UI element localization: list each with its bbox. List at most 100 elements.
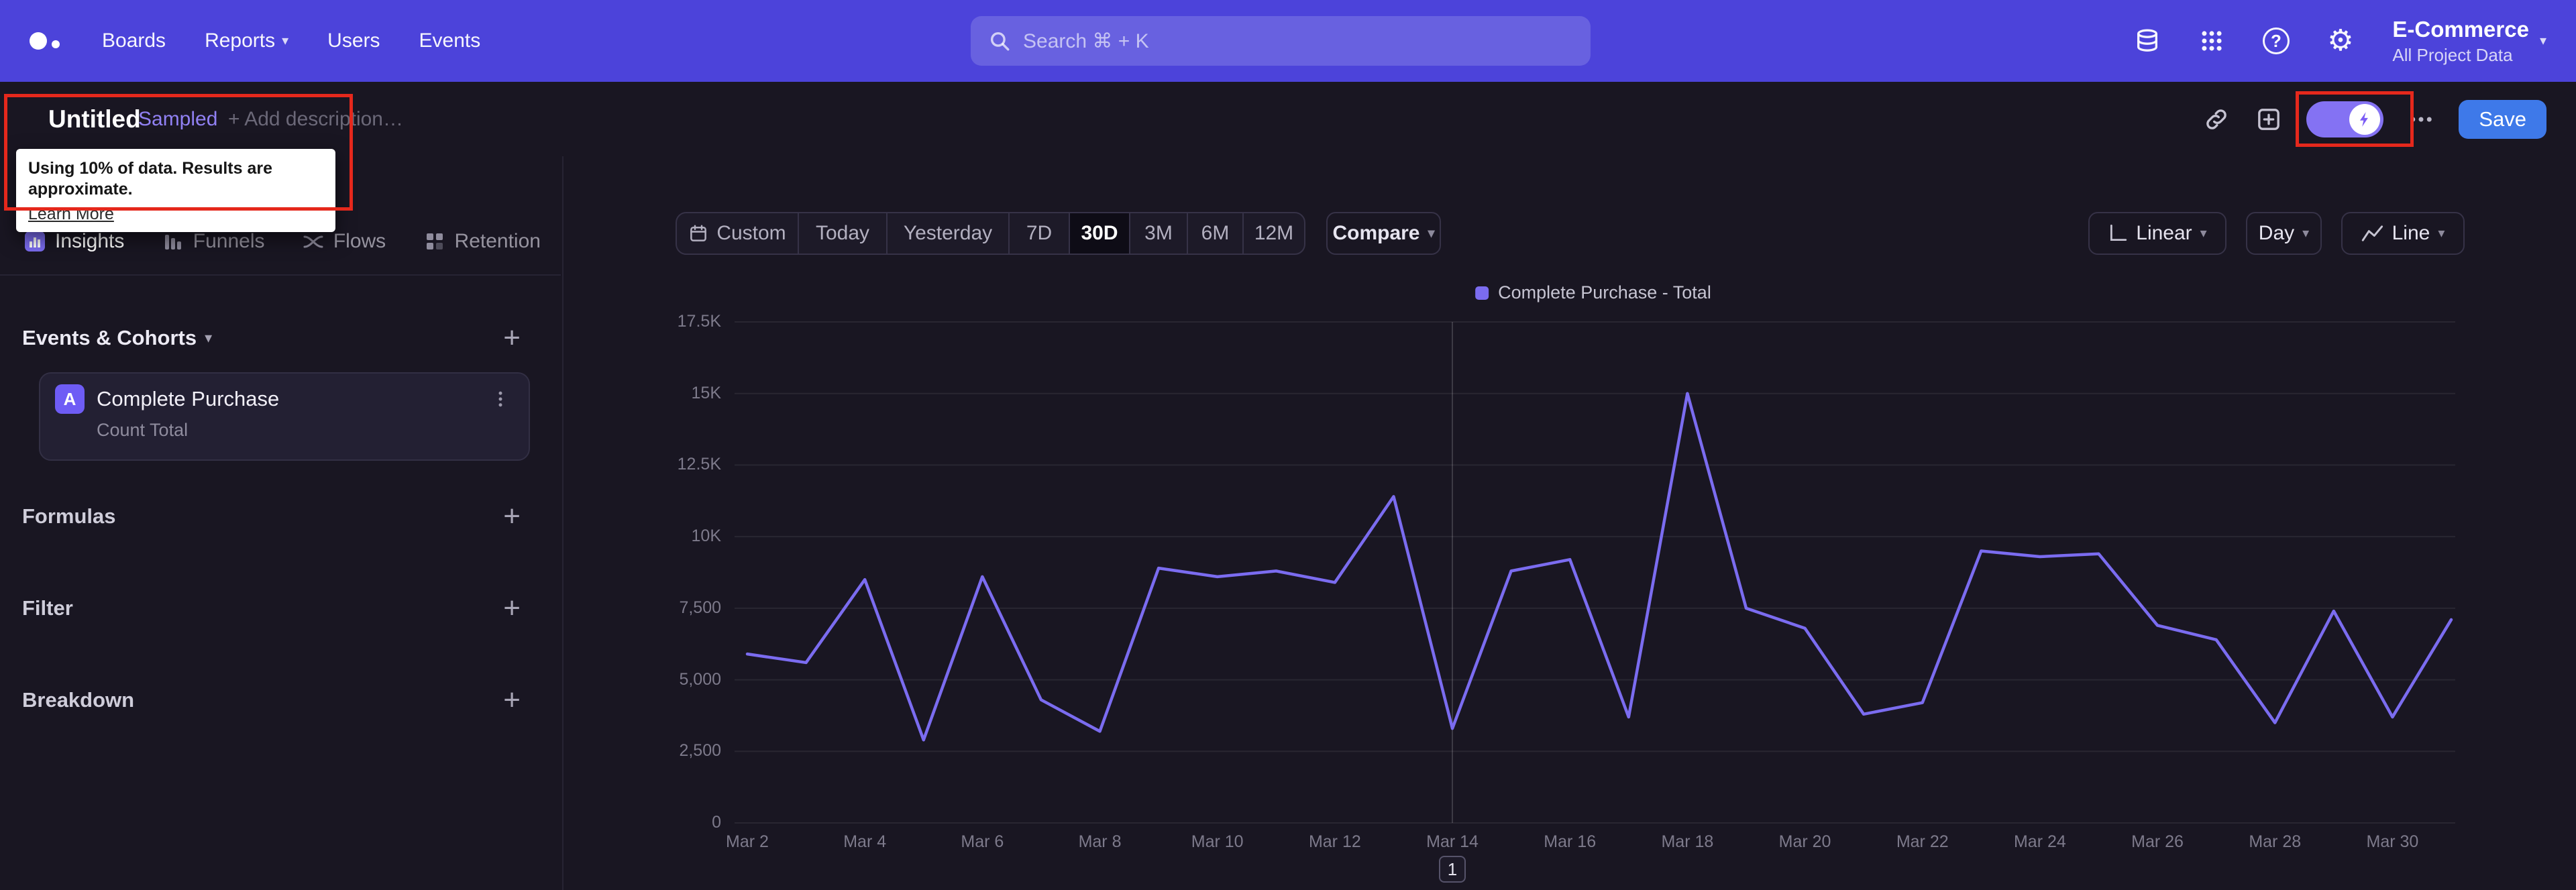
add-event-button[interactable]: + (503, 323, 521, 353)
report-header-actions: Save (2202, 82, 2546, 156)
event-metric-selector[interactable]: Count Total (97, 420, 514, 441)
report-title[interactable]: Untitled (48, 105, 141, 133)
interval-dropdown[interactable]: Day ▾ (2246, 212, 2322, 255)
nav-users[interactable]: Users (327, 30, 380, 52)
section-breakdown[interactable]: Breakdown + (22, 685, 521, 716)
sampling-toggle[interactable] (2306, 101, 2384, 137)
nav-events[interactable]: Events (419, 30, 481, 52)
x-axis-tick-label: Mar 12 (1308, 832, 1361, 851)
more-options-icon[interactable] (2406, 105, 2436, 134)
y-axis-tick-label: 10K (691, 526, 721, 546)
range-custom-label: Custom (716, 222, 786, 244)
chevron-down-icon: ▾ (2539, 34, 2546, 48)
settings-gear-icon[interactable]: ⚙ (2326, 26, 2355, 56)
retention-icon (426, 233, 443, 249)
chevron-down-icon: ▾ (282, 34, 289, 48)
nav-reports-label: Reports (205, 30, 276, 52)
x-axis-tick-label: Mar 10 (1191, 832, 1244, 851)
section-filter-label: Filter (22, 596, 73, 620)
section-breakdown-label: Breakdown (22, 688, 135, 712)
lightning-bolt-icon (2360, 111, 2369, 127)
compare-button[interactable]: Compare ▾ (1326, 212, 1441, 255)
range-30d[interactable]: 30D (1069, 213, 1129, 254)
funnels-icon (164, 235, 181, 249)
line-chart[interactable] (735, 321, 2455, 824)
add-filter-button[interactable]: + (503, 594, 521, 623)
event-kebab-menu-icon[interactable] (487, 386, 514, 412)
copy-link-icon[interactable] (2202, 105, 2231, 134)
scale-dropdown[interactable]: Linear ▾ (2088, 212, 2226, 255)
range-yesterday-label: Yesterday (903, 222, 993, 244)
y-axis-tick-label: 0 (712, 813, 721, 832)
chevron-down-icon: ▾ (2200, 226, 2207, 241)
sampling-tooltip: Using 10% of data. Results are approxima… (16, 149, 335, 232)
x-axis-tick-label: Mar 16 (1544, 832, 1597, 851)
chart-legend-item[interactable]: Complete Purchase - Total (1475, 282, 1711, 303)
toggle-knob (2349, 103, 2381, 135)
y-axis: 17.5K 15K 12.5K 10K 7,500 5,000 2,500 0 (631, 312, 721, 832)
nav-reports[interactable]: Reports ▾ (205, 30, 288, 52)
y-axis-tick-label: 17.5K (677, 312, 721, 331)
apps-grid-icon[interactable] (2198, 27, 2226, 55)
top-nav-icons: ? ⚙ (2133, 0, 2355, 82)
x-axis-tick-label: Mar 26 (2131, 832, 2184, 851)
project-scope: All Project Data (2392, 44, 2513, 65)
tab-insights[interactable]: Insights (23, 229, 124, 254)
section-formulas[interactable]: Formulas + (22, 501, 521, 532)
x-axis-tick-label: Mar 28 (2249, 832, 2302, 851)
y-axis-tick-label: 5,000 (679, 669, 721, 689)
events-cohorts-label: Events & Cohorts (22, 326, 197, 349)
range-6m[interactable]: 6M (1187, 213, 1242, 254)
tab-flows[interactable]: Flows (301, 229, 386, 254)
tab-retention[interactable]: Retention (423, 229, 541, 254)
save-button[interactable]: Save (2459, 99, 2546, 139)
help-icon[interactable]: ? (2262, 27, 2290, 55)
legend-series-marker (1475, 286, 1489, 300)
range-yesterday[interactable]: Yesterday (886, 213, 1008, 254)
annotation-marker[interactable]: 1 (1439, 856, 1466, 883)
add-breakdown-button[interactable]: + (503, 685, 521, 715)
learn-more-link[interactable]: Learn More (28, 205, 114, 224)
range-custom[interactable]: Custom (677, 213, 798, 254)
range-3m[interactable]: 3M (1129, 213, 1187, 254)
logo-dot (30, 32, 47, 50)
x-axis-tick-label: Mar 14 (1426, 832, 1479, 851)
add-description[interactable]: + Add description… (228, 108, 403, 131)
x-axis-tick-label: Mar 22 (1896, 832, 1949, 851)
project-switcher[interactable]: E-Commerce All Project Data ▾ (2392, 0, 2546, 82)
help-question-mark: ? (2263, 27, 2290, 54)
scale-label: Linear (2136, 222, 2192, 244)
range-7d[interactable]: 7D (1008, 213, 1069, 254)
event-series-badge: A (55, 384, 85, 414)
range-today[interactable]: Today (798, 213, 886, 254)
chart-type-dropdown[interactable]: Line ▾ (2341, 212, 2465, 255)
insights-icon (25, 231, 45, 252)
report-header: Untitled Sampled + Add description… Save (0, 82, 2576, 156)
date-range-selector: Custom Today Yesterday 7D 30D 3M 6M 12M (676, 212, 1305, 255)
x-axis-tick-label: Mar 8 (1078, 832, 1122, 851)
event-card[interactable]: A Complete Purchase Count Total (39, 372, 530, 461)
data-management-icon[interactable] (2133, 27, 2161, 55)
section-filter[interactable]: Filter + (22, 593, 521, 624)
events-cohorts-header[interactable]: Events & Cohorts ▾ + (22, 323, 521, 353)
range-12m[interactable]: 12M (1242, 213, 1304, 254)
search-input[interactable]: Search ⌘ + K (971, 16, 1591, 66)
x-axis-tick-label: Mar 30 (2366, 832, 2419, 851)
tab-flows-label: Flows (333, 230, 386, 252)
y-axis-tick-label: 7,500 (679, 598, 721, 617)
project-name: E-Commerce (2392, 16, 2529, 42)
add-formula-button[interactable]: + (503, 502, 521, 531)
mixpanel-logo[interactable] (30, 0, 60, 82)
event-name[interactable]: Complete Purchase (97, 387, 279, 411)
sampled-badge[interactable]: Sampled (138, 108, 217, 131)
chevron-down-icon: ▾ (1428, 226, 1435, 241)
add-to-board-icon[interactable] (2254, 105, 2284, 134)
nav-boards-label: Boards (102, 30, 166, 52)
tab-funnels[interactable]: Funnels (161, 229, 264, 254)
nav-boards[interactable]: Boards (102, 30, 166, 52)
x-axis-tick-label: Mar 2 (726, 832, 769, 851)
x-axis-tick-label: Mar 18 (1661, 832, 1714, 851)
top-nav-bar: Boards Reports ▾ Users Events Search ⌘ + … (0, 0, 2576, 82)
x-axis-tick-label: Mar 6 (961, 832, 1004, 851)
primary-nav: Boards Reports ▾ Users Events (102, 0, 480, 82)
